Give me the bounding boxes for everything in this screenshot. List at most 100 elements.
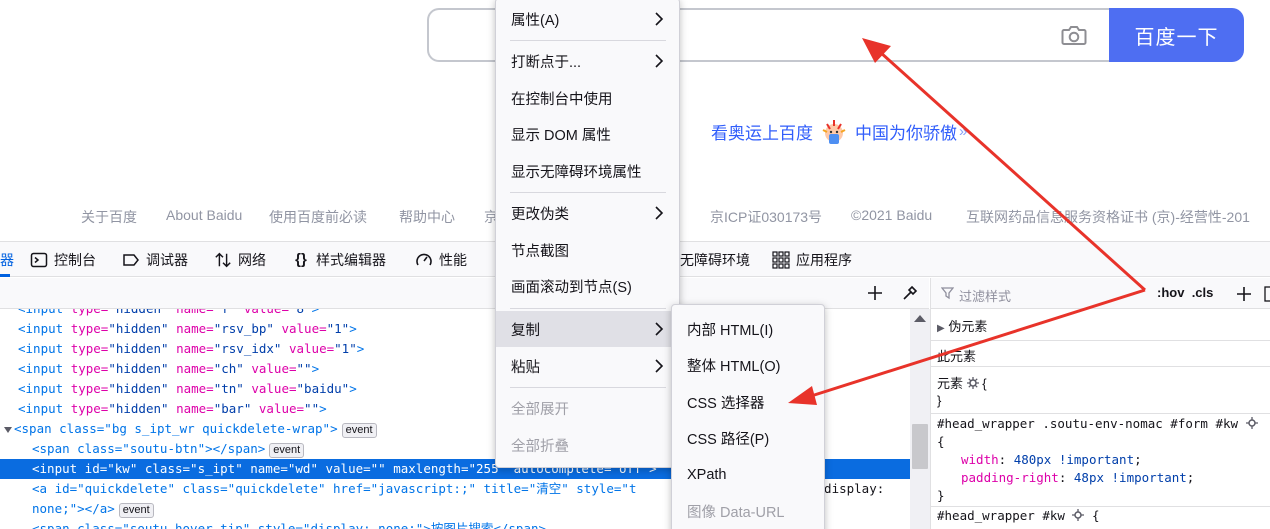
rule-selector: #head_wrapper .soutu-env-nomac #form #kw [937, 416, 1258, 431]
css-declaration[interactable]: width: 480px !important; [961, 452, 1142, 467]
context-menu: 属性(A) 打断点于... 在控制台中使用 显示 DOM 属性 显示无障碍环境属… [495, 0, 680, 468]
menu-item-label: 打断点于... [511, 54, 582, 71]
element-rule: 元素 { [937, 373, 987, 392]
event-badge[interactable]: event [341, 423, 377, 438]
menu-item-label: 画面滚动到节点(S) [511, 279, 632, 296]
markup-text: none;"></a> [32, 501, 115, 516]
menu-separator [510, 387, 666, 388]
camera-icon[interactable] [1060, 22, 1088, 48]
scroll-up-icon[interactable] [914, 315, 926, 322]
footer-link[interactable]: 使用百度前必读 [269, 207, 367, 227]
menu-item-expand-all[interactable]: 全部展开 [496, 390, 679, 426]
divider [931, 413, 1270, 414]
tab-inspector[interactable]: 器 [0, 242, 14, 277]
tab-application[interactable]: 应用程序 [772, 242, 852, 277]
menu-item-break-on[interactable]: 打断点于... [496, 43, 679, 79]
tab-console[interactable]: 控制台 [30, 242, 96, 277]
menu-separator [510, 192, 666, 193]
gear-icon[interactable] [1245, 417, 1258, 429]
copy-submenu: 内部 HTML(I) 整体 HTML(O) CSS 选择器 CSS 路径(P) … [671, 304, 825, 529]
scroll-thumb[interactable] [912, 424, 928, 469]
menu-item-label: CSS 路径(P) [687, 431, 770, 448]
network-icon [214, 251, 232, 269]
menu-item-attributes[interactable]: 属性(A) [496, 1, 679, 37]
markup-text: <a id="quickdelete" class="quickdelete" … [32, 481, 637, 496]
footer-link[interactable]: 京ICP证030173号 [710, 207, 822, 227]
menu-item-paste[interactable]: 粘贴 [496, 348, 679, 384]
menu-item-collapse-all[interactable]: 全部折叠 [496, 427, 679, 463]
menu-item-show-dom-props[interactable]: 显示 DOM 属性 [496, 116, 679, 152]
search-button[interactable]: 百度一下 [1109, 8, 1244, 62]
tab-style-editor[interactable]: {} 样式编辑器 [292, 242, 386, 277]
menu-item-label: 属性(A) [511, 12, 560, 29]
footer-link[interactable]: ©2021 Baidu [851, 207, 932, 223]
debugger-icon [122, 251, 140, 269]
menu-item-css-path[interactable]: CSS 路径(P) [672, 420, 824, 456]
footer-link[interactable]: About Baidu [166, 207, 242, 223]
hov-toggle[interactable]: :hov .cls [1157, 285, 1213, 300]
menu-item-screenshot-node[interactable]: 节点截图 [496, 232, 679, 268]
tab-debugger[interactable]: 调试器 [122, 242, 188, 277]
tab-label: 性能 [439, 251, 467, 268]
chevron-right-icon: » [959, 122, 968, 140]
menu-item-label: 显示无障碍环境属性 [511, 164, 642, 181]
menu-item-image-data-url[interactable]: 图像 Data-URL [672, 493, 824, 529]
tab-accessibility[interactable]: 无障碍环境 [680, 242, 750, 277]
hov-label: :hov [1157, 285, 1185, 300]
add-rule-icon[interactable] [1236, 286, 1252, 302]
rule-selector: #head_wrapper #kw { [937, 508, 1100, 523]
footer-link[interactable]: 帮助中心 [399, 207, 455, 227]
markup-scrollbar[interactable] [910, 309, 930, 529]
menu-item-css-selector[interactable]: CSS 选择器 [672, 384, 824, 420]
menu-item-label: 复制 [511, 322, 540, 339]
menu-item-label: XPath [687, 467, 727, 483]
tab-network[interactable]: 网络 [214, 242, 266, 277]
rules-panel: 过滤样式 :hov .cls ▶ 伪元素 此元素 元素 { } #head_wr… [930, 278, 1270, 529]
pseudo-elements-label: 伪元素 [948, 319, 988, 334]
rules-toolbar: 过滤样式 :hov .cls [931, 278, 1270, 309]
menu-item-outer-html[interactable]: 整体 HTML(O) [672, 347, 824, 383]
pseudo-elements-toggle[interactable]: ▶ 伪元素 [937, 316, 987, 335]
menu-item-use-in-console[interactable]: 在控制台中使用 [496, 80, 679, 116]
add-node-button[interactable] [865, 283, 885, 303]
style-editor-icon: {} [295, 251, 307, 268]
menu-item-label: 内部 HTML(I) [687, 322, 774, 339]
tab-label: 器 [0, 251, 14, 268]
tab-performance[interactable]: 性能 [415, 242, 467, 277]
banner-text-1: 看奥运上百度 [711, 123, 813, 143]
menu-separator [510, 308, 666, 309]
menu-item-scroll-into-view[interactable]: 画面滚动到节点(S) [496, 268, 679, 304]
toggle-sidebar-icon[interactable] [1264, 286, 1270, 302]
menu-item-label: 节点截图 [511, 243, 569, 260]
menu-item-show-a11y-props[interactable]: 显示无障碍环境属性 [496, 153, 679, 189]
menu-item-inner-html[interactable]: 内部 HTML(I) [672, 311, 824, 347]
this-element-header: 此元素 [937, 349, 977, 364]
element-label: 元素 [937, 376, 964, 391]
chevron-right-icon [655, 12, 664, 26]
gear-icon[interactable] [1072, 509, 1085, 521]
markup-text: <span class="soutu-hover-tip" style="dis… [32, 521, 547, 529]
brace-close: } [937, 488, 945, 503]
filter-styles-input[interactable]: 过滤样式 [959, 286, 1011, 305]
chevron-right-icon [655, 359, 664, 373]
menu-separator [510, 40, 666, 41]
filter-icon [941, 287, 954, 300]
event-badge[interactable]: event [269, 443, 305, 458]
olympics-banner[interactable]: 看奥运上百度 中国为你骄傲 » [711, 116, 967, 146]
css-value: 48px !important [1073, 470, 1187, 485]
chevron-right-icon [655, 322, 664, 336]
css-declaration[interactable]: padding-right: 48px !important; [961, 470, 1194, 485]
event-badge[interactable]: event [118, 503, 154, 518]
footer-link[interactable]: 关于百度 [81, 207, 137, 227]
performance-icon [415, 251, 433, 269]
menu-item-copy[interactable]: 复制 [496, 311, 679, 347]
chevron-right-icon [655, 54, 664, 68]
application-icon [772, 250, 790, 269]
menu-item-change-pseudo[interactable]: 更改伪类 [496, 195, 679, 231]
gear-icon[interactable] [966, 377, 979, 389]
footer-link[interactable]: 互联网药品信息服务资格证书 (京)-经营性-201 [966, 207, 1250, 227]
menu-item-xpath[interactable]: XPath [672, 457, 824, 493]
eyedropper-icon[interactable] [900, 283, 920, 303]
expand-twisty-icon[interactable] [4, 426, 12, 433]
menu-item-label: CSS 选择器 [687, 395, 765, 412]
